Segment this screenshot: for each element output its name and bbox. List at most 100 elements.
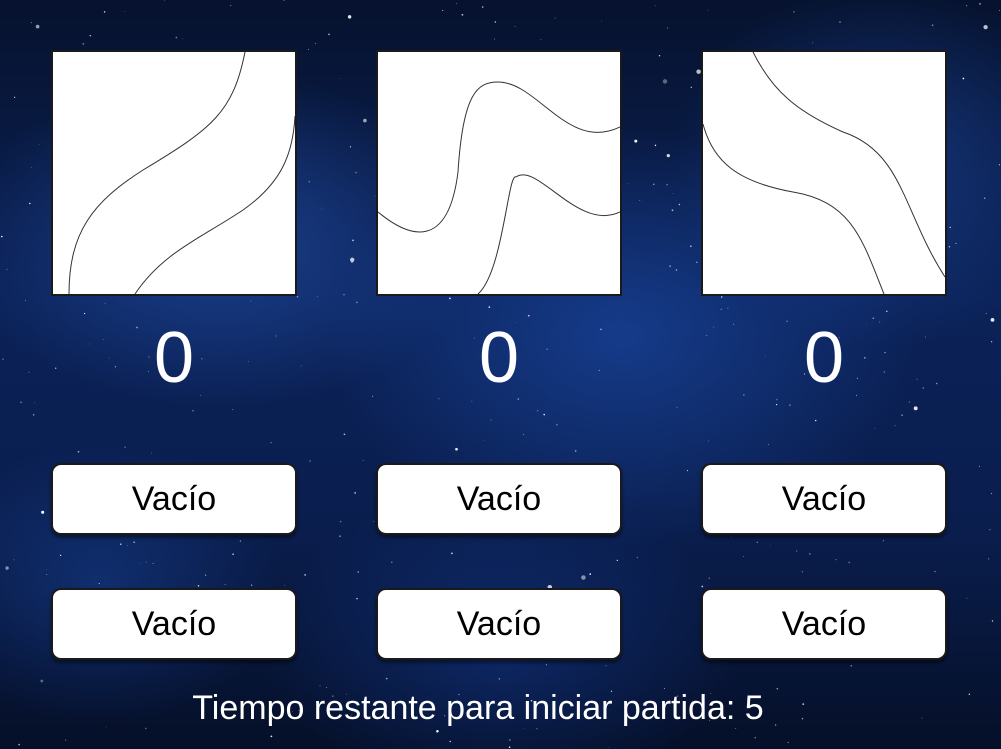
star (653, 183, 655, 185)
star (707, 9, 709, 11)
star (848, 561, 851, 564)
star (355, 171, 357, 174)
star (82, 43, 85, 45)
star (197, 584, 200, 587)
star (182, 38, 184, 40)
star (119, 543, 122, 546)
star (164, 0, 166, 2)
star (669, 265, 671, 267)
star (966, 597, 968, 599)
player-slot-2-3[interactable]: Vacío (701, 588, 947, 660)
star (103, 11, 106, 13)
star (690, 86, 692, 88)
star (83, 312, 86, 315)
star (708, 440, 710, 442)
star (835, 558, 837, 561)
star (354, 492, 356, 494)
star (756, 541, 759, 544)
star (556, 424, 558, 426)
player-slot-2-2[interactable]: Vacío (376, 588, 622, 660)
star (455, 447, 458, 451)
countdown-text: Tiempo restante para iniciar partida: 5 (0, 686, 956, 730)
star (363, 118, 367, 123)
star (498, 678, 500, 680)
star (309, 460, 311, 462)
star (321, 208, 322, 210)
player-slot-1-1[interactable]: Vacío (51, 463, 297, 535)
star (362, 459, 364, 462)
star (357, 571, 359, 573)
star (38, 144, 40, 145)
star (985, 313, 987, 315)
star (152, 563, 154, 564)
countdown-value: 5 (744, 689, 764, 727)
graph-card-2 (376, 50, 622, 296)
star (0, 235, 3, 238)
star (730, 536, 732, 537)
star (490, 419, 492, 421)
player-slot-2-1[interactable]: Vacío (51, 588, 297, 660)
curve-graph-1 (68, 52, 295, 294)
star (488, 306, 491, 308)
star (666, 27, 668, 29)
star (672, 192, 674, 194)
star (127, 545, 128, 546)
star (666, 183, 668, 186)
star (343, 294, 345, 296)
star (626, 182, 628, 184)
star (931, 24, 934, 27)
star (675, 269, 678, 271)
star (678, 203, 681, 206)
star (998, 164, 1000, 166)
star (349, 146, 352, 148)
star (776, 399, 778, 401)
star (793, 11, 795, 13)
star (527, 314, 530, 317)
star (965, 5, 968, 7)
star (29, 202, 31, 205)
star (886, 310, 888, 313)
star (385, 677, 388, 680)
star (41, 510, 45, 514)
star (616, 559, 618, 562)
star (352, 239, 354, 242)
star (451, 552, 453, 555)
star (708, 577, 711, 579)
star (356, 301, 358, 304)
star (968, 693, 971, 695)
star (787, 741, 789, 744)
star (662, 79, 668, 84)
star (686, 470, 689, 472)
star (494, 21, 497, 23)
score-3: 0 (803, 318, 845, 398)
player-slot-1-2[interactable]: Vacío (376, 463, 622, 535)
star (540, 39, 542, 40)
star (634, 139, 638, 143)
score-1: 0 (153, 318, 195, 398)
star (14, 96, 16, 98)
star (901, 414, 903, 416)
star (962, 77, 965, 80)
star (839, 21, 841, 23)
star (990, 492, 993, 495)
star (442, 9, 444, 12)
star (25, 300, 26, 301)
star (689, 245, 692, 248)
star (28, 371, 30, 373)
star (517, 398, 519, 400)
graph-card-1 (51, 50, 297, 296)
star (775, 403, 778, 406)
star (224, 583, 226, 585)
star (77, 450, 80, 453)
star (991, 620, 994, 622)
star (205, 574, 207, 576)
star (990, 341, 993, 343)
star (796, 550, 798, 552)
star (913, 406, 918, 411)
star (983, 24, 988, 30)
star (5, 566, 9, 570)
player-slot-1-3[interactable]: Vacío (701, 463, 947, 535)
star (89, 34, 92, 37)
star (230, 4, 232, 6)
star (808, 553, 811, 555)
